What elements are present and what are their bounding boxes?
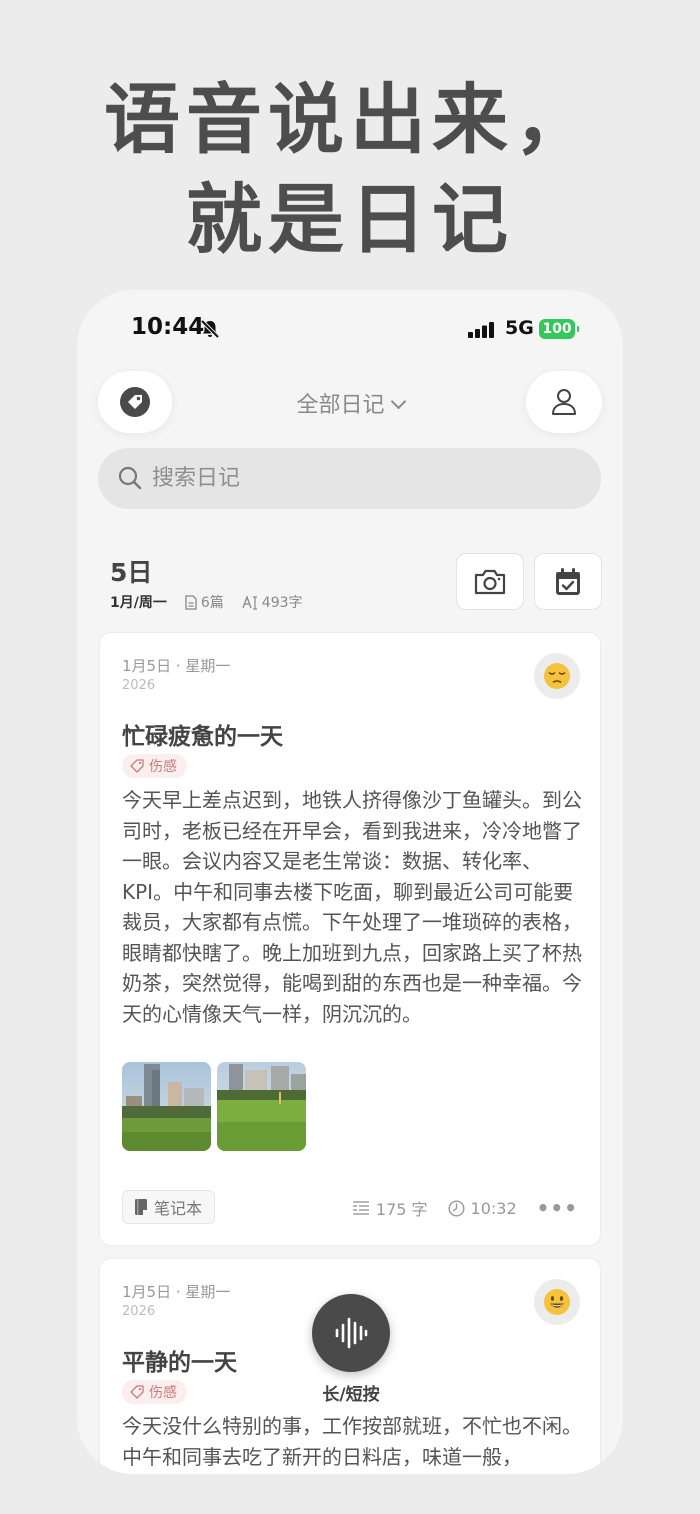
headline-line-2: 就是日记 [186,175,514,264]
entry-time-value: 10:32 [470,1198,517,1218]
entry-body: 今天早上差点迟到，地铁人挤得像沙丁鱼罐头。到公司时，老板已经在开早会，看到我进来… [122,788,582,1026]
battery-indicator: 100 [539,319,579,339]
word-count-value: 493字 [261,595,303,611]
signal-icon [468,322,494,338]
entry-date: 1月5日 · 星期一 [122,657,231,675]
text-lines-icon [352,1201,369,1215]
mood-badge[interactable] [534,653,580,699]
entry-footer: 175 字 10:32 ••• [332,1196,578,1220]
day-meta: 1月/周一 6篇 493字 [110,592,303,612]
user-icon [552,389,576,415]
month-weekday: 1月/周一 [110,595,167,611]
document-icon [185,594,197,610]
waveform-icon [335,1317,368,1349]
record-control: 长/短按 [312,1294,390,1405]
text-cursor-icon [242,594,257,610]
entry-count-value: 6篇 [200,595,224,611]
profile-button[interactable] [526,371,602,433]
search-bar[interactable] [98,448,601,509]
tag-outline-icon [130,759,144,773]
record-button[interactable] [312,1294,390,1372]
status-time: 10:44 [131,314,205,340]
status-bar: 10:44 5G 100 [77,314,623,346]
more-options-icon[interactable]: ••• [537,1196,578,1220]
photo-golf-green [217,1062,306,1151]
notebook-label: 笔记本 [154,1199,203,1218]
camera-button[interactable] [456,553,524,610]
word-count: 493字 [242,592,303,612]
entry-tag-label: 伤感 [149,1385,177,1401]
entry-word-count: 175 字 [352,1196,428,1220]
bell-muted-icon [200,319,220,339]
entry-year: 2026 [122,1304,156,1319]
calendar-check-icon [556,567,580,595]
entry-photo[interactable] [122,1062,211,1151]
day-number: 5日 [110,558,153,587]
entry-body: 今天没什么特别的事，工作按部就班，不忙也不闲。中午和同事去吃了新开的日料店，味道… [122,1414,582,1469]
entry-tag[interactable]: 伤感 [122,754,187,778]
entry-count: 6篇 [185,592,224,612]
search-input[interactable] [152,461,572,495]
entry-photo[interactable] [217,1062,306,1151]
entry-time: 10:32 [448,1199,517,1218]
entry-date: 1月5日 · 星期一 [122,1283,231,1301]
entry-photos [122,1062,306,1151]
phone-screen: 10:44 5G 100 全部日记 搜索日记 5日 1月/周一 6篇 493字 … [77,290,623,1474]
entry-year: 2026 [122,678,156,693]
entry-title: 忙碌疲惫的一天 [122,724,283,750]
entry-word-count-value: 175 字 [375,1200,428,1219]
pensive-face-icon [544,663,570,689]
notebook-icon [135,1199,147,1215]
headline-line-1: 语音说出来， [104,75,596,164]
camera-icon [474,569,506,594]
entry-title: 平静的一天 [122,1350,237,1376]
diary-filter-label: 全部日记 [296,393,385,418]
record-button-label: 长/短按 [322,1385,380,1405]
smiley-face-icon [544,1289,570,1315]
clock-icon [448,1199,465,1217]
network-type: 5G [505,317,534,339]
search-icon [118,466,142,490]
diary-entry-card[interactable]: 1月5日 · 星期一 2026 忙碌疲惫的一天 伤感 今天早上差点迟到，地铁人挤… [99,632,601,1246]
tag-outline-icon [130,1385,144,1399]
entry-tag-label: 伤感 [149,759,177,775]
entry-tag[interactable]: 伤感 [122,1380,187,1404]
chevron-down-icon [390,393,406,410]
photo-city-golf-course [122,1062,211,1151]
notebook-selector[interactable]: 笔记本 [122,1190,216,1224]
mood-badge[interactable] [534,1279,580,1325]
calendar-button[interactable] [534,553,602,610]
